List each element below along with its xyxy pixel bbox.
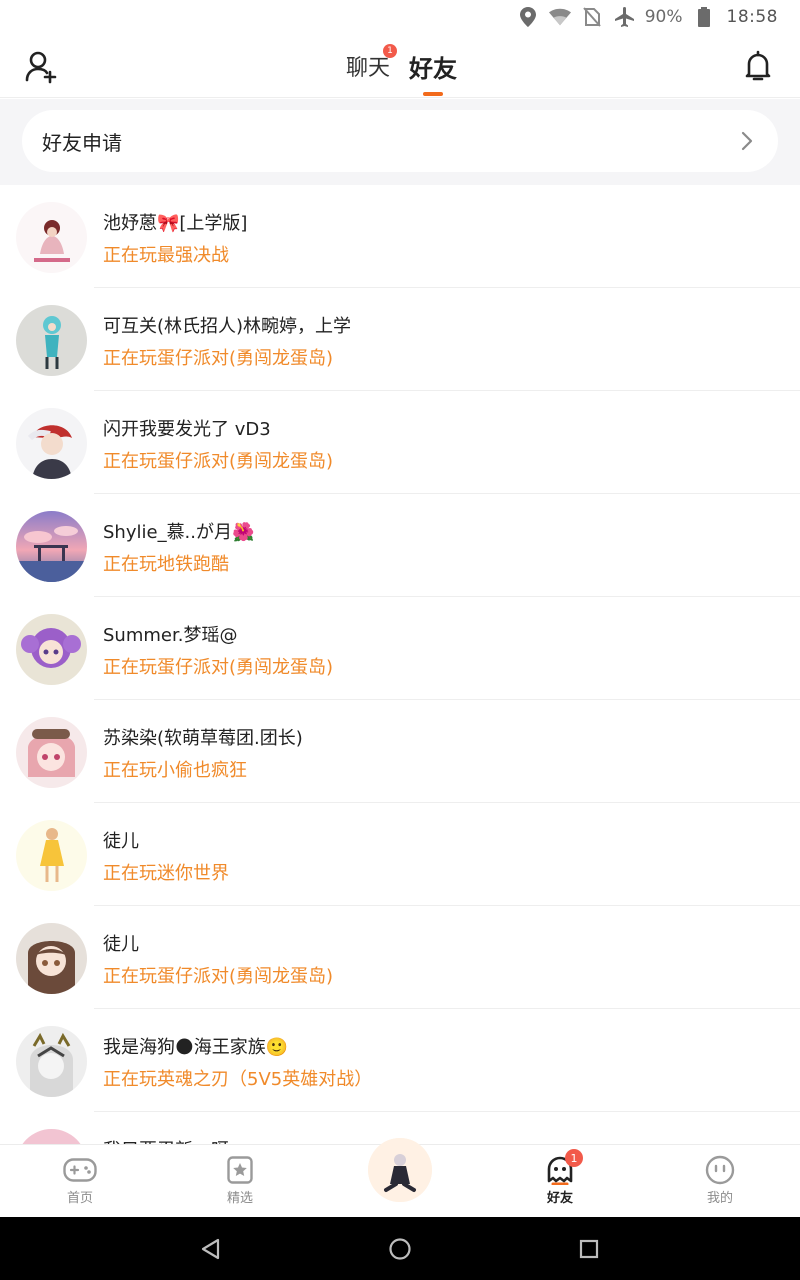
chevron-right-icon [740,131,754,151]
recents-icon[interactable] [576,1236,602,1262]
tab-me-label: 我的 [706,1191,733,1206]
active-tab-indicator [423,92,443,96]
wifi-icon [548,6,571,28]
friend-status: 正在玩蛋仔派对(勇闯龙蛋岛) [103,657,334,678]
friend-name: 徒儿 [103,831,139,852]
home-icon[interactable] [387,1236,413,1262]
friend-status: 正在玩蛋仔派对(勇闯龙蛋岛) [103,451,334,472]
friend-request-button[interactable]: 好友申请 [22,110,778,172]
friend-row[interactable]: 我是海狗🌑海王家族🙂 正在玩英魂之刃（5V5英雄对战） [0,1009,800,1112]
avatar [16,717,87,788]
back-icon[interactable] [198,1236,224,1262]
friend-row[interactable]: Shylie_慕..が月🌺 正在玩地铁跑酷 [0,494,800,597]
top-nav: 聊天 1 好友 [0,34,800,98]
system-nav-bar [0,1217,800,1280]
location-icon [517,6,539,28]
friend-request-label: 好友申请 [42,130,122,155]
tab-friends[interactable]: 好友 [409,49,457,84]
avatar [16,511,87,582]
avatar [16,923,87,994]
friend-name: 闪开我要发光了 vD3 [103,419,271,440]
battery-icon [693,6,715,28]
star-card-icon [223,1155,257,1185]
airplane-icon [613,6,635,28]
center-avatar-button[interactable] [368,1138,432,1202]
friend-status: 正在玩蛋仔派对(勇闯龙蛋岛) [103,348,334,369]
friend-row[interactable]: 苏染染(软萌草莓团.团长) 正在玩小偷也疯狂 [0,700,800,803]
avatar [16,408,87,479]
top-tabs: 聊天 1 好友 [0,34,800,98]
tab-friends-bottom[interactable]: 好友 [520,1145,600,1218]
friend-status: 正在玩最强决战 [103,245,229,266]
avatar [16,305,87,376]
face-icon [703,1155,737,1185]
friend-row[interactable]: 闪开我要发光了 vD3 正在玩蛋仔派对(勇闯龙蛋岛) [0,391,800,494]
friend-name: Summer.梦瑶@ [103,625,238,646]
tab-home[interactable]: 首页 [40,1145,120,1218]
friend-name: 徒儿 [103,934,139,955]
tab-featured[interactable]: 精选 [200,1145,280,1218]
status-bar: 90% 18:58 [0,0,800,34]
friend-row[interactable]: Summer.梦瑶@ 正在玩蛋仔派对(勇闯龙蛋岛) [0,597,800,700]
avatar [16,202,87,273]
friend-list: 池妤蒽🎀[上学版] 正在玩最强决战 可互关(林氏招人)林畹婷，上学 正在玩蛋仔派… [0,185,800,1215]
friend-row[interactable]: 徒儿 正在玩迷你世界 [0,803,800,906]
friend-status: 正在玩英魂之刃（5V5英雄对战） [103,1069,373,1090]
clock: 18:58 [726,7,778,27]
friend-row[interactable]: 可互关(林氏招人)林畹婷，上学 正在玩蛋仔派对(勇闯龙蛋岛) [0,288,800,391]
friend-name: Shylie_慕..が月🌺 [103,522,255,543]
avatar [16,1026,87,1097]
tab-me[interactable]: 我的 [680,1145,760,1218]
friend-name: 我是海狗🌑海王家族🙂 [103,1037,289,1058]
bell-icon[interactable] [740,48,776,84]
avatar [16,614,87,685]
friend-status: 正在玩小偷也疯狂 [103,760,247,781]
avatar [16,820,87,891]
tab-featured-label: 精选 [226,1191,253,1206]
friend-status: 正在玩蛋仔派对(勇闯龙蛋岛) [103,966,334,987]
friend-status: 正在玩迷你世界 [103,863,229,884]
no-sim-icon [581,6,603,28]
battery-percent: 90% [644,7,683,27]
chat-badge: 1 [383,44,397,58]
friend-row[interactable]: 池妤蒽🎀[上学版] 正在玩最强决战 [0,185,800,288]
gamepad-icon [63,1155,97,1185]
friend-name: 池妤蒽🎀[上学版] [103,213,248,234]
friends-tab-badge: 1 [565,1149,583,1167]
friend-status: 正在玩地铁跑酷 [103,554,229,575]
friend-row[interactable]: 徒儿 正在玩蛋仔派对(勇闯龙蛋岛) [0,906,800,1009]
tab-home-label: 首页 [66,1191,93,1206]
tab-friends-label: 好友 [546,1191,573,1206]
friend-name: 可互关(林氏招人)林畹婷，上学 [103,316,352,337]
friend-name: 苏染染(软萌草莓团.团长) [103,728,303,749]
